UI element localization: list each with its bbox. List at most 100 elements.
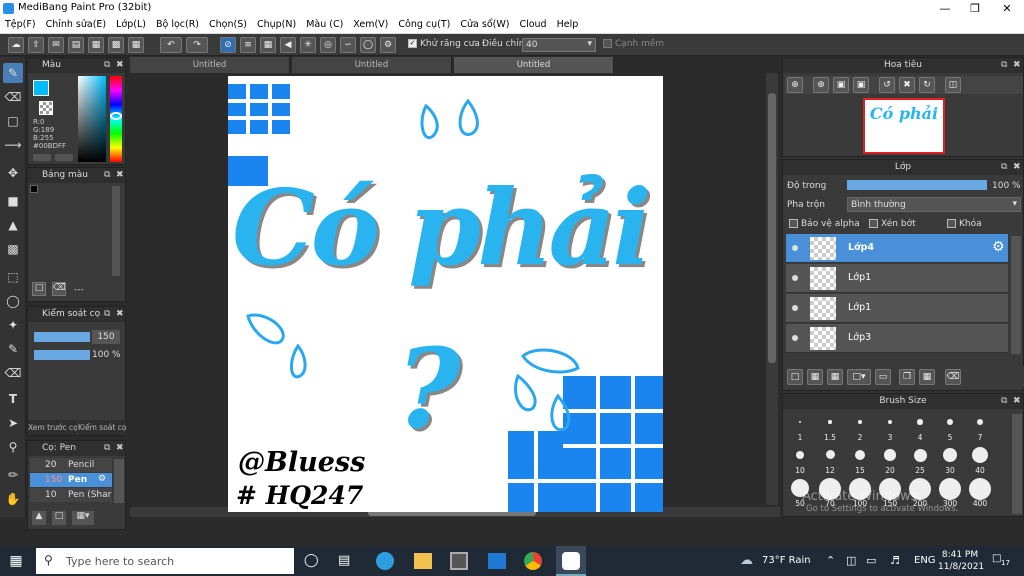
vertical-scrollbar[interactable] (766, 73, 778, 505)
hue-handle[interactable] (110, 112, 122, 120)
close-panel-icon[interactable]: ✖ (1013, 58, 1021, 73)
add-layer-menu-icon[interactable]: □▾ (847, 369, 871, 385)
comment-icon[interactable]: ✉ (48, 37, 64, 53)
blend-mode-dropdown[interactable]: Bình thường ▾ (847, 197, 1021, 212)
menu-layer[interactable]: Lớp(L) (111, 17, 151, 30)
zoom-in-icon[interactable]: ⊕ (787, 77, 803, 93)
gear-icon[interactable]: ⚙ (98, 474, 106, 484)
close-panel-icon[interactable]: ✖ (1013, 160, 1021, 175)
menu-window[interactable]: Cửa sổ(W) (455, 17, 514, 30)
document-icon[interactable]: ▤ (68, 37, 84, 53)
medibang-taskbar-button[interactable] (556, 546, 586, 576)
network-icon[interactable]: ◫ (846, 554, 856, 567)
weather-text[interactable]: 73°F Rain (762, 555, 811, 566)
fit-icon[interactable]: ▣ (833, 77, 849, 93)
undock-icon[interactable]: ⧉ (104, 441, 110, 456)
menu-select[interactable]: Chọn(S) (204, 17, 252, 30)
merge-layer-icon[interactable]: ▦ (919, 369, 935, 385)
select-pen-icon[interactable]: ✎ (3, 339, 23, 359)
soft-edge-toggle[interactable]: Cạnh mềm (603, 39, 664, 49)
close-panel-icon[interactable]: ✖ (1013, 394, 1021, 409)
tab-document-2[interactable]: Untitled (292, 57, 452, 73)
undock-icon[interactable]: ⧉ (1001, 160, 1007, 175)
menu-view[interactable]: Xem(V) (348, 17, 393, 30)
tab-document-3[interactable]: Untitled (454, 57, 614, 73)
menu-file[interactable]: Tệp(F) (0, 17, 41, 30)
layer-opacity-slider[interactable] (847, 180, 987, 190)
clip-toggle[interactable]: Xén bớt (869, 219, 916, 229)
palette-scrollbar[interactable] (112, 186, 120, 276)
undock-icon[interactable]: ⧉ (1001, 58, 1007, 73)
lock-checkbox[interactable] (947, 219, 956, 228)
brush-size-option[interactable]: 2 (845, 412, 875, 442)
drawing-canvas[interactable]: Có phải ? @Bluess # HQ247 (228, 76, 663, 512)
menu-cloud[interactable]: Cloud (514, 17, 551, 30)
cloud-icon[interactable]: ☁ (8, 37, 24, 53)
trash-icon[interactable]: ⌫ (52, 282, 66, 296)
layer-scrollbar[interactable] (1011, 236, 1021, 354)
dropper-tool-icon[interactable]: ⚲ (3, 437, 23, 457)
line-tool-icon[interactable]: ⟶ (3, 135, 23, 155)
eye-icon[interactable] (792, 335, 798, 341)
brush-size-option[interactable]: 15 (845, 445, 875, 475)
file-explorer-icon[interactable] (414, 553, 432, 569)
circle-snap-icon[interactable]: ◎ (320, 37, 336, 53)
new-halftone-layer-icon[interactable]: ▦ (807, 369, 823, 385)
table-icon[interactable]: ▦ (128, 37, 144, 53)
brush-size-option[interactable]: 10 (785, 445, 815, 475)
actual-size-icon[interactable]: ▣ (853, 77, 869, 93)
brush-item-selected[interactable]: 150 Pen ⚙ (30, 473, 112, 487)
brush-list-scrollbar[interactable] (114, 459, 124, 503)
cross-snap-icon[interactable]: ▦ (260, 37, 276, 53)
folder-icon[interactable]: ▭ (875, 369, 891, 385)
brush-size-value[interactable]: 150 (92, 330, 120, 344)
brush-menu-icon[interactable]: ▦▾ (72, 511, 94, 525)
color-swap-button[interactable] (55, 154, 73, 161)
rotate-left-icon[interactable]: ↺ (879, 77, 895, 93)
scroll-thumb[interactable] (768, 93, 776, 363)
layer-row-selected[interactable]: Lớp4 ⚙ (786, 234, 1008, 263)
trash-icon[interactable]: ⌫ (945, 369, 961, 385)
language-indicator[interactable]: ENG (914, 555, 936, 566)
chrome-icon[interactable] (524, 552, 542, 570)
mail-icon[interactable] (488, 553, 506, 569)
brush-size-option[interactable]: 4 (905, 412, 935, 442)
taskbar-search-box[interactable]: ⚲ Type here to search (36, 548, 294, 574)
close-panel-icon[interactable]: ✖ (116, 58, 124, 73)
edge-browser-icon[interactable] (376, 552, 394, 570)
page-icon[interactable]: ▦ (88, 37, 104, 53)
widgets-icon[interactable]: ▤ (338, 553, 350, 568)
brush-size-option[interactable]: 7 (965, 412, 995, 442)
maximize-button[interactable]: ❐ (960, 0, 990, 17)
redo-icon[interactable]: ↷ (186, 37, 208, 53)
brush-size-option[interactable]: 12 (815, 445, 845, 475)
brush-size-option[interactable]: 20 (875, 445, 905, 475)
layer-row[interactable]: Lớp1 (786, 294, 1008, 323)
adjust-dropdown[interactable]: 40 ▾ (522, 38, 596, 52)
brush-size-bar[interactable] (34, 332, 90, 342)
upload-icon[interactable]: ⇧ (28, 37, 44, 53)
antialias-toggle[interactable]: ✓ Khử răng cưa (408, 39, 480, 49)
close-button[interactable]: ✕ (992, 0, 1022, 17)
new-palette-icon[interactable]: □ (32, 282, 46, 296)
protect-alpha-toggle[interactable]: Bảo vệ alpha (789, 219, 860, 229)
navigator-preview[interactable]: Có phải (863, 98, 945, 154)
brush-opacity-bar[interactable] (34, 350, 90, 360)
undock-icon[interactable]: ⧉ (104, 307, 110, 322)
parallel-snap-icon[interactable]: ≡ (240, 37, 256, 53)
brush-size-option[interactable]: 30 (935, 445, 965, 475)
task-view-icon[interactable]: ◯ (304, 553, 319, 568)
bucket-tool-icon[interactable]: ▲ (3, 215, 23, 235)
eraser-tool-icon[interactable]: ⌫ (3, 87, 23, 107)
minimize-button[interactable]: — (930, 0, 960, 17)
store-icon[interactable] (450, 552, 468, 570)
chevron-up-icon[interactable]: ⌃ (826, 554, 835, 567)
panel-divide-icon[interactable]: ✏ (3, 465, 23, 485)
lock-toggle[interactable]: Khóa (947, 219, 982, 229)
menu-filter[interactable]: Bộ lọc(R) (151, 17, 204, 30)
undock-icon[interactable]: ⧉ (104, 168, 110, 183)
soft-edge-checkbox[interactable] (603, 39, 612, 48)
new-8bit-layer-icon[interactable]: ▦ (827, 369, 843, 385)
eye-icon[interactable] (792, 275, 798, 281)
brush-size-option[interactable]: 1 (785, 412, 815, 442)
